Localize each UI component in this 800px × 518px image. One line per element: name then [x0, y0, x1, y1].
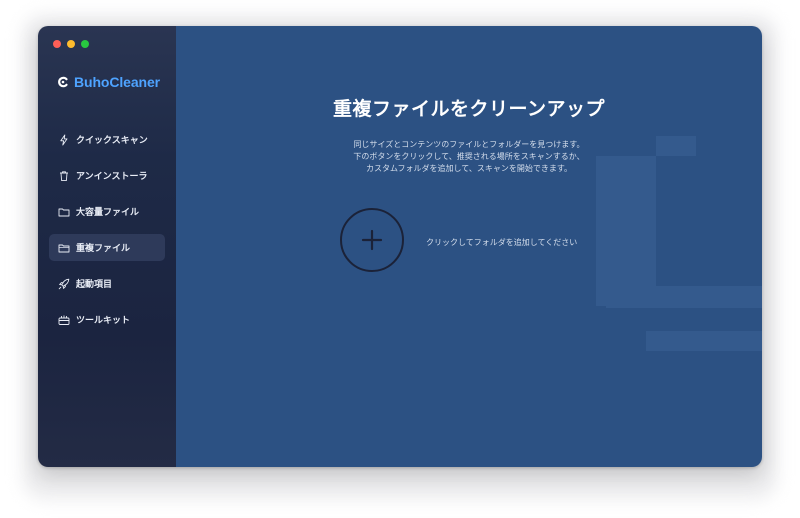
app-window: BuhoCleaner クイックスキャン アンインストーラ 大容量ファイル 重複…: [38, 26, 762, 467]
app-brand: BuhoCleaner: [57, 74, 160, 90]
sidebar-item-label: 大容量ファイル: [76, 208, 140, 218]
description-line: 下のボタンをクリックして、推奨される場所をスキャンするか、: [353, 152, 585, 161]
folder-icon: [58, 208, 70, 216]
add-folder-button[interactable]: [340, 208, 404, 272]
zoom-window-button[interactable]: [81, 40, 89, 48]
add-folder-label: クリックしてフォルダを追加してください: [426, 238, 578, 247]
window-controls: [53, 40, 89, 48]
description-line: カスタムフォルダを追加して、スキャンを開始できます。: [365, 164, 573, 173]
page-title: 重複ファイルをクリーンアップ: [332, 98, 606, 120]
minimize-window-button[interactable]: [67, 40, 75, 48]
sidebar-item-large-files[interactable]: 大容量ファイル: [49, 198, 165, 225]
main-panel: 重複ファイルをクリーンアップ 同じサイズとコンテンツのファイルとフォルダーを見つ…: [176, 26, 762, 467]
trash-icon: [60, 170, 68, 181]
sidebar-item-uninstaller[interactable]: アンインストーラ: [49, 162, 165, 189]
lightning-icon: [60, 134, 68, 145]
sidebar: BuhoCleaner クイックスキャン アンインストーラ 大容量ファイル 重複…: [38, 26, 176, 467]
buho-logo-icon: [58, 76, 68, 88]
sidebar-item-duplicate-files[interactable]: 重複ファイル: [49, 234, 165, 261]
sidebar-nav: クイックスキャン アンインストーラ 大容量ファイル 重複ファイル 起動項目 ツー…: [49, 126, 165, 342]
sidebar-item-label: 重複ファイル: [76, 244, 131, 254]
screenshot-stage: BuhoCleaner クイックスキャン アンインストーラ 大容量ファイル 重複…: [0, 0, 800, 518]
sidebar-item-label: 起動項目: [76, 280, 113, 290]
rocket-icon: [58, 278, 70, 289]
sidebar-item-label: ツールキット: [76, 316, 131, 326]
sidebar-item-startup-items[interactable]: 起動項目: [49, 270, 165, 297]
description-line: 同じサイズとコンテンツのファイルとフォルダーを見つけます。: [353, 140, 585, 149]
sidebar-item-label: アンインストーラ: [76, 172, 148, 182]
page-description: 同じサイズとコンテンツのファイルとフォルダーを見つけます。 下のボタンをクリック…: [276, 139, 662, 175]
toolkit-icon: [58, 315, 70, 325]
plus-icon: [361, 229, 383, 251]
sidebar-item-quick-scan[interactable]: クイックスキャン: [49, 126, 165, 153]
sidebar-item-label: クイックスキャン: [76, 136, 148, 146]
duplicate-folder-icon: [58, 244, 70, 252]
sidebar-item-toolkit[interactable]: ツールキット: [49, 306, 165, 333]
app-name: BuhoCleaner: [74, 74, 161, 90]
close-window-button[interactable]: [53, 40, 61, 48]
